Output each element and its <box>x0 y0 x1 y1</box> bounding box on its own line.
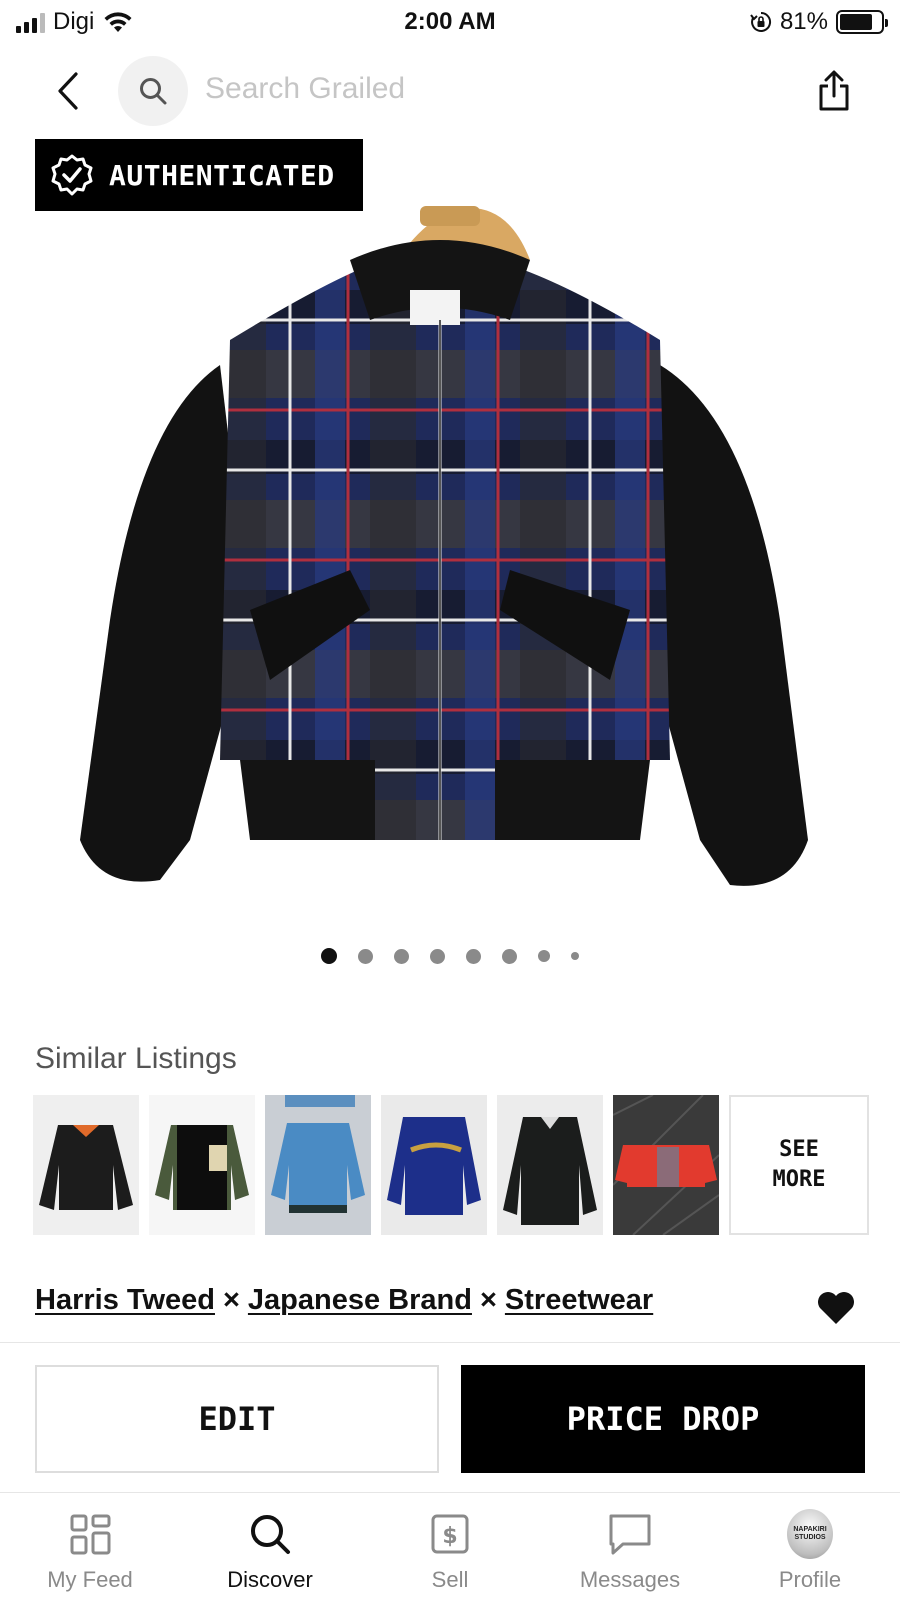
jacket-thumbnail <box>39 1125 133 1210</box>
jacket-thumbnail <box>155 1125 249 1210</box>
authenticated-badge: AUTHENTICATED <box>35 139 363 211</box>
similar-listing-2[interactable] <box>149 1095 255 1235</box>
action-bar: EDIT PRICE DROP <box>0 1342 900 1492</box>
search-button[interactable] <box>118 56 188 126</box>
tab-label: Messages <box>579 1567 681 1592</box>
carousel-dot[interactable] <box>502 948 517 964</box>
search-icon <box>251 1515 290 1554</box>
battery-icon <box>836 10 888 34</box>
tab-label: Sell <box>431 1567 469 1592</box>
svg-text:$: $ <box>442 1524 457 1549</box>
jacket-photo <box>80 206 808 886</box>
battery-percent: 81% <box>779 8 828 35</box>
tab-bar: My Feed Discover $ Sell Messages NAPAKIR… <box>0 1492 900 1600</box>
jacket-thumbnail <box>503 1117 597 1225</box>
brand-link[interactable]: Streetwear <box>505 1284 653 1317</box>
search-input[interactable]: Search Grailed <box>205 72 405 106</box>
edit-button[interactable]: EDIT <box>35 1365 439 1473</box>
brand-line: Harris Tweed × Japanese Brand × Streetwear <box>35 1284 653 1317</box>
chevron-left-icon <box>58 72 78 110</box>
brand-link[interactable]: Japanese Brand <box>248 1284 472 1317</box>
badge-label: AUTHENTICATED <box>109 158 335 192</box>
brand-separator: × <box>222 1284 240 1316</box>
tab-profile[interactable]: NAPAKIRI STUDIOS Profile <box>720 1493 900 1600</box>
favorite-button[interactable] <box>816 1290 856 1326</box>
status-right: 81% <box>750 8 888 36</box>
similar-listing-5[interactable] <box>497 1095 603 1235</box>
share-button[interactable] <box>812 66 856 116</box>
tab-label: Discover <box>227 1567 313 1592</box>
similar-listing-1[interactable] <box>33 1095 139 1235</box>
carousel-dot[interactable] <box>394 948 409 964</box>
carousel-dot[interactable] <box>321 948 337 964</box>
tab-discover[interactable]: Discover <box>180 1493 360 1600</box>
jacket-thumbnail <box>271 1095 365 1213</box>
product-image-carousel[interactable]: AUTHENTICATED <box>0 135 900 925</box>
see-more-button[interactable]: SEE MORE <box>729 1095 869 1235</box>
similar-listing-6[interactable] <box>613 1095 719 1235</box>
price-drop-button[interactable]: PRICE DROP <box>461 1365 865 1473</box>
search-icon <box>140 78 167 105</box>
tab-label: Profile <box>778 1567 842 1592</box>
jacket-thumbnail <box>613 1095 719 1235</box>
dollar-tag-icon: $ <box>431 1514 469 1554</box>
carousel-dot[interactable] <box>538 950 550 962</box>
tab-sell[interactable]: $ Sell <box>360 1493 540 1600</box>
carousel-dots[interactable] <box>0 948 900 964</box>
grid-icon <box>70 1514 111 1555</box>
jacket-thumbnail <box>387 1117 481 1215</box>
avatar: NAPAKIRI STUDIOS <box>787 1509 833 1559</box>
carousel-dot[interactable] <box>571 952 579 960</box>
similar-listings-row: SEE MORE <box>33 1095 869 1235</box>
chat-bubble-icon <box>609 1514 651 1555</box>
carousel-dot[interactable] <box>466 948 481 964</box>
heart-icon <box>818 1292 854 1324</box>
back-button[interactable] <box>44 64 92 118</box>
share-icon <box>819 70 849 111</box>
tab-my-feed[interactable]: My Feed <box>0 1493 180 1600</box>
verified-check-icon <box>51 154 93 196</box>
battery-fill <box>840 14 873 30</box>
status-bar: Digi 2:00 AM 81% <box>0 0 900 46</box>
similar-listings-title: Similar Listings <box>35 1042 237 1075</box>
brand-separator: × <box>479 1284 497 1316</box>
similar-listing-4[interactable] <box>381 1095 487 1235</box>
brand-link[interactable]: Harris Tweed <box>35 1284 215 1317</box>
orientation-lock-icon <box>750 11 771 32</box>
tab-label: My Feed <box>47 1567 133 1592</box>
carousel-dot[interactable] <box>358 948 373 964</box>
top-nav: Search Grailed <box>0 56 900 126</box>
tab-messages[interactable]: Messages <box>540 1493 720 1600</box>
carousel-dot[interactable] <box>430 948 445 964</box>
similar-listing-3[interactable] <box>265 1095 371 1235</box>
